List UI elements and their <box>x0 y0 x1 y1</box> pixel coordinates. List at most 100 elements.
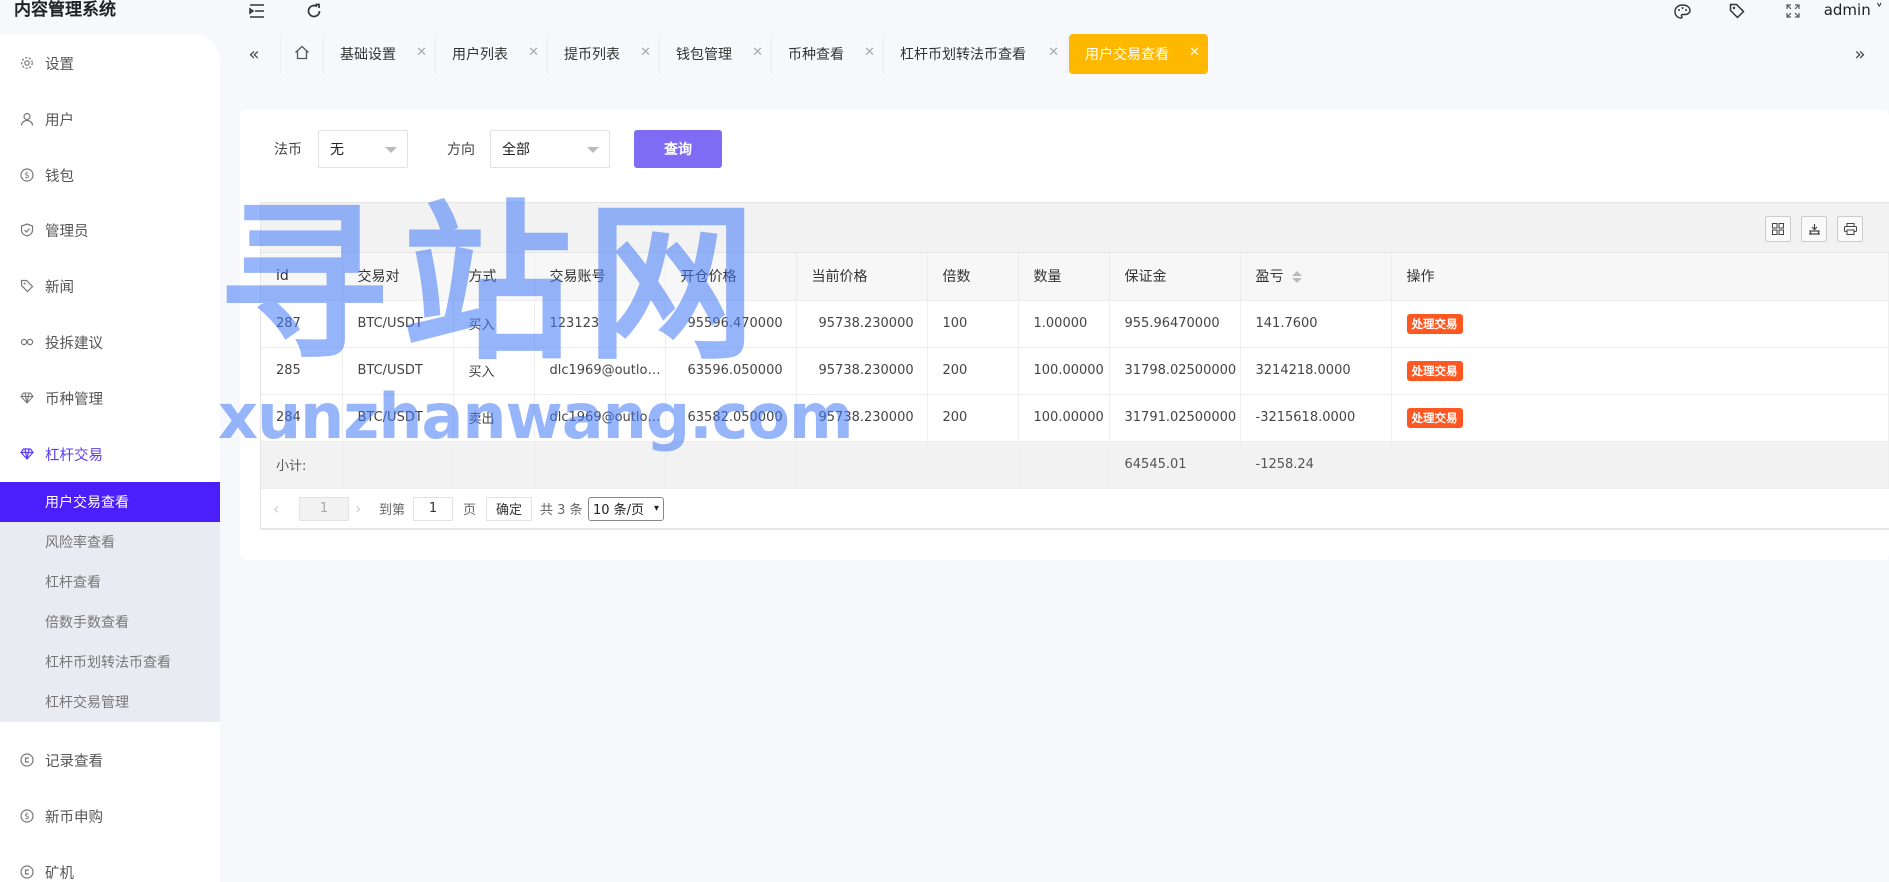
tab-label: 提币列表 <box>564 47 620 63</box>
col-header-pnl[interactable]: 盈亏 <box>1240 253 1392 301</box>
close-icon[interactable]: ✕ <box>416 45 427 60</box>
direction-select[interactable]: 全部 <box>490 130 610 168</box>
current-page[interactable]: 1 <box>299 496 349 521</box>
sidebar-item-new-coin[interactable]: $ 新币申购 <box>0 796 220 836</box>
fiat-select[interactable]: 无 <box>318 130 408 168</box>
close-icon[interactable]: ✕ <box>1048 45 1059 60</box>
cell-empty <box>1391 441 1889 489</box>
tabs-scroll-right-icon[interactable]: » <box>1846 34 1874 74</box>
sidebar-item-admin[interactable]: 管理员 <box>0 210 220 250</box>
diamond-icon <box>20 391 34 405</box>
col-header-qty: 数量 <box>1018 253 1110 301</box>
cell-qty: 100.00000 <box>1018 347 1110 395</box>
goto-page-input[interactable]: 1 <box>413 496 453 521</box>
tag-icon[interactable] <box>1728 2 1746 20</box>
goto-confirm-button[interactable]: 确定 <box>486 496 532 521</box>
watermark-domain: xunzhanwang.com <box>218 380 854 453</box>
tab-bar: « 基础设置 ✕ 用户列表 ✕ 提币列表 ✕ 钱包管理 ✕ 币种查看 ✕ 杠杆币… <box>240 34 1889 76</box>
cell-margin: 31798.02500000 <box>1109 347 1241 395</box>
cell-pnl: -3215618.0000 <box>1240 394 1392 442</box>
top-bar: 内容管理系统 admin ˅ <box>0 0 1889 24</box>
sidebar-item-news[interactable]: 新闻 <box>0 266 220 306</box>
tab-user-trades[interactable]: 用户交易查看 ✕ <box>1069 34 1208 74</box>
col-header-action: 操作 <box>1391 253 1889 301</box>
sidebar-item-feedback[interactable]: 投拆建议 <box>0 322 220 362</box>
dollar-icon: $ <box>20 809 34 823</box>
tab-withdraw-list[interactable]: 提币列表 ✕ <box>548 34 660 74</box>
cell-multiple: 200 <box>927 394 1019 442</box>
cell-total-pnl: -1258.24 <box>1240 441 1392 489</box>
direction-label: 方向 <box>447 142 475 158</box>
sidebar-item-currency[interactable]: 币种管理 <box>0 378 220 418</box>
process-trade-button[interactable]: 处理交易 <box>1406 313 1463 334</box>
admin-name: admin <box>1823 1 1871 19</box>
cell-action: 处理交易 <box>1391 300 1889 348</box>
sub-item-leverage-view[interactable]: 杠杆查看 <box>0 562 220 602</box>
cell-current-price: 95738.230000 <box>796 300 928 348</box>
close-icon[interactable]: ✕ <box>640 45 651 60</box>
cell-multiple: 200 <box>927 347 1019 395</box>
tab-home[interactable] <box>280 34 324 74</box>
next-page-icon[interactable]: › <box>355 497 361 521</box>
sub-item-leverage-manage[interactable]: 杠杆交易管理 <box>0 682 220 722</box>
page-size-value: 10 条/页 <box>593 503 645 518</box>
tabs-scroll-left-icon[interactable]: « <box>240 34 268 74</box>
prev-page-icon[interactable]: ‹ <box>273 497 279 521</box>
close-icon[interactable]: ✕ <box>528 45 539 60</box>
print-icon[interactable] <box>1837 216 1863 242</box>
sidebar-item-label: 钱包 <box>45 168 74 185</box>
pagination: ‹ 1 › 到第 1 页 确定 共 3 条 10 条/页 ▾ <box>261 488 1889 529</box>
home-icon <box>294 45 310 64</box>
sidebar-item-label: 杠杆交易 <box>45 447 103 464</box>
fiat-select-value: 无 <box>330 142 344 158</box>
record-icon <box>20 753 34 767</box>
columns-filter-icon[interactable] <box>1765 216 1791 242</box>
close-icon[interactable]: ✕ <box>864 45 875 60</box>
tab-wallet-manage[interactable]: 钱包管理 ✕ <box>660 34 772 74</box>
tab-basic-settings[interactable]: 基础设置 ✕ <box>324 34 436 74</box>
tab-user-list[interactable]: 用户列表 ✕ <box>436 34 548 74</box>
sidebar-item-leverage[interactable]: 杠杆交易 <box>0 434 220 474</box>
tag-icon <box>20 279 34 293</box>
sidebar-item-label: 币种管理 <box>45 391 103 408</box>
refresh-icon[interactable] <box>305 2 323 20</box>
sidebar-item-label: 矿机 <box>45 865 74 882</box>
tab-currency-view[interactable]: 币种查看 ✕ <box>772 34 884 74</box>
query-button[interactable]: 查询 <box>634 130 722 168</box>
process-trade-button[interactable]: 处理交易 <box>1406 407 1463 428</box>
fullscreen-icon[interactable] <box>1784 2 1802 20</box>
cell-pnl: 3214218.0000 <box>1240 347 1392 395</box>
process-trade-button[interactable]: 处理交易 <box>1406 360 1463 381</box>
tab-label: 用户列表 <box>452 47 508 63</box>
close-icon[interactable]: ✕ <box>1189 45 1200 60</box>
sub-item-multiple-lots[interactable]: 倍数手数查看 <box>0 602 220 642</box>
sidebar-item-label: 新闻 <box>45 279 74 296</box>
export-icon[interactable] <box>1801 216 1827 242</box>
cell-multiple: 100 <box>927 300 1019 348</box>
col-header-multiple: 倍数 <box>927 253 1019 301</box>
sidebar-item-records[interactable]: 记录查看 <box>0 740 220 780</box>
close-icon[interactable]: ✕ <box>752 45 763 60</box>
page-size-select[interactable]: 10 条/页 ▾ <box>588 496 664 521</box>
sidebar-item-label: 设置 <box>45 56 74 73</box>
sub-item-risk-rate[interactable]: 风险率查看 <box>0 522 220 562</box>
direction-select-value: 全部 <box>502 142 530 158</box>
sidebar-item-settings[interactable]: 设置 <box>0 43 220 83</box>
sidebar-item-label: 管理员 <box>45 223 89 240</box>
menu-fold-icon[interactable] <box>248 2 266 20</box>
user-icon <box>20 112 34 126</box>
diamond-icon <box>20 447 34 461</box>
sub-item-transfer-view[interactable]: 杠杆币划转法币查看 <box>0 642 220 682</box>
cell-pnl: 141.7600 <box>1240 300 1392 348</box>
sub-item-user-trades[interactable]: 用户交易查看 <box>0 482 220 522</box>
theme-icon[interactable] <box>1673 2 1691 20</box>
sidebar-item-user[interactable]: 用户 <box>0 99 220 139</box>
sort-icon[interactable] <box>1291 271 1302 284</box>
sidebar-item-miner[interactable]: 矿机 <box>0 852 220 882</box>
sidebar-item-label: 投拆建议 <box>45 335 103 352</box>
tab-transfer-view[interactable]: 杠杆币划转法币查看 ✕ <box>884 34 1068 74</box>
tab-label: 用户交易查看 <box>1085 47 1169 63</box>
sidebar-item-wallet[interactable]: $ 钱包 <box>0 155 220 195</box>
admin-menu[interactable]: admin ˅ <box>1824 1 1883 19</box>
svg-text:$: $ <box>24 812 29 822</box>
